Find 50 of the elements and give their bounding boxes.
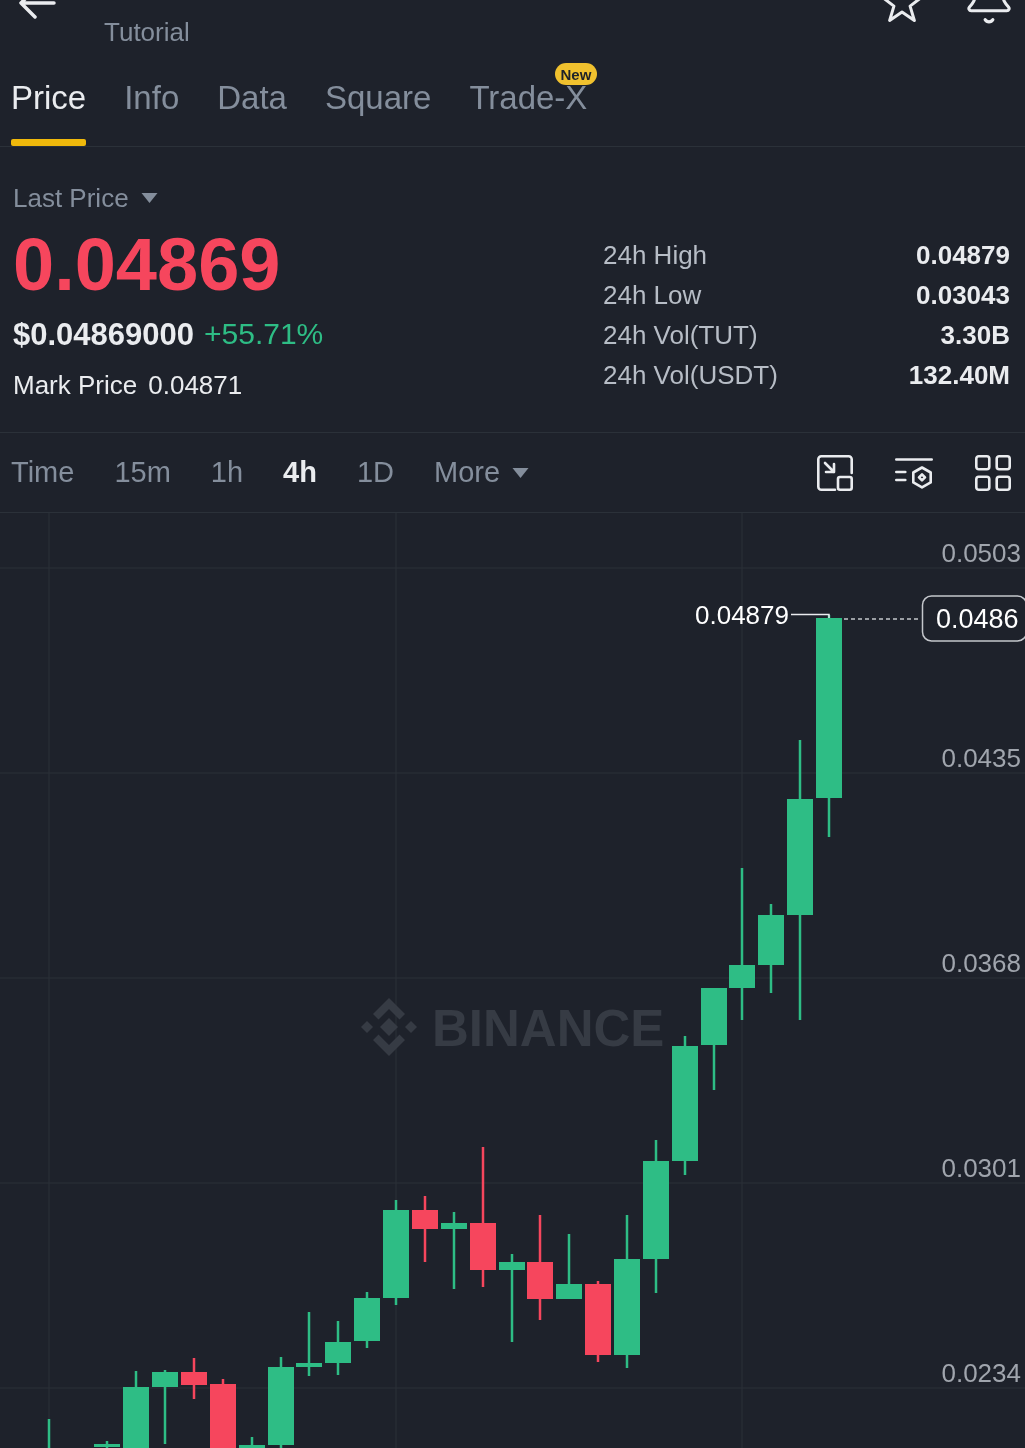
- stat-label: 24h Low: [603, 282, 702, 308]
- candlestick: [354, 1292, 380, 1348]
- caret-down-icon: [140, 193, 158, 203]
- tab[interactable]: Square: [324, 85, 432, 146]
- stat-label: 24h High: [603, 242, 708, 268]
- tab[interactable]: Info: [124, 85, 180, 146]
- price-change: +55.71%: [204, 319, 324, 349]
- candlestick: [556, 1234, 582, 1299]
- candlestick: [210, 1379, 236, 1448]
- candlestick: [325, 1321, 351, 1375]
- stat-value: 0.03043: [916, 282, 1010, 308]
- tab[interactable]: Trade-X: [469, 85, 588, 146]
- stat-value: 3.30B: [940, 322, 1010, 348]
- subtitle: Tutorial: [104, 17, 190, 47]
- tab[interactable]: Price: [11, 85, 87, 146]
- interval-tab[interactable]: 1D: [356, 455, 394, 490]
- lines-hexagon-icon[interactable]: [895, 456, 933, 489]
- usd-price: $0.04869000: [13, 318, 195, 350]
- candlestick: [94, 1441, 120, 1448]
- stat-label: 24h Vol(USDT): [603, 362, 778, 388]
- price-scale-label: 0.0503: [941, 538, 1021, 568]
- grid-icon[interactable]: [975, 454, 1011, 491]
- stat-value: 0.04879: [916, 242, 1010, 268]
- candlestick: [181, 1358, 207, 1399]
- interval-tab[interactable]: 4h: [283, 455, 317, 490]
- high-price-label: 0.04879: [695, 600, 789, 630]
- stat-label: 24h Vol(TUT): [603, 322, 758, 348]
- price-scale-label: 0.0435: [941, 743, 1021, 773]
- candlestick: [239, 1437, 265, 1448]
- interval-tab[interactable]: 15m: [114, 455, 171, 490]
- candlestick: [47, 1419, 51, 1448]
- price-scale-label: 0.0368: [941, 948, 1021, 978]
- stat-value: 132.40M: [908, 362, 1010, 388]
- price-type-dropdown[interactable]: Last Price: [13, 184, 158, 212]
- mark-price-label: Mark Price: [13, 372, 138, 398]
- more-dropdown[interactable]: More: [434, 455, 530, 490]
- leader-line: [790, 613, 830, 619]
- price-scale-label: 0.0301: [941, 1153, 1021, 1183]
- caret-down-icon: [512, 467, 530, 478]
- candlestick: [412, 1196, 438, 1262]
- current-price-tag: 0.0486: [921, 595, 1025, 642]
- new-badge: New: [554, 63, 598, 85]
- last-price: 0.04869: [13, 228, 281, 302]
- price-scale-label: 0.0234: [941, 1358, 1021, 1388]
- tab[interactable]: Data: [217, 85, 287, 146]
- candlestick: [296, 1312, 322, 1376]
- mark-price-value: 0.04871: [148, 372, 243, 398]
- interval-tab[interactable]: Time: [11, 455, 75, 490]
- interval-tab[interactable]: 1h: [210, 455, 244, 490]
- window-arrow-icon[interactable]: [817, 454, 853, 491]
